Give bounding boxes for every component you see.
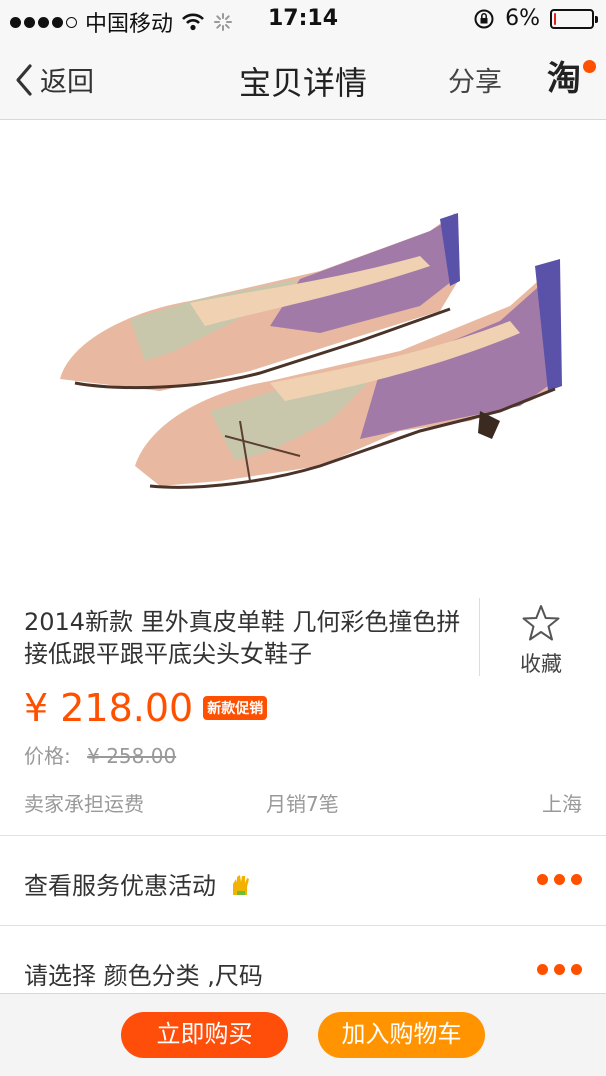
hand-icon <box>232 875 249 895</box>
product-title: 2014新款 里外真皮单鞋 几何彩色撞色拼接低跟平跟平底尖头女鞋子 <box>24 608 461 668</box>
more-dots-icon <box>537 874 582 885</box>
current-price: ¥ 218.00 <box>24 686 194 730</box>
service-promotions-label: 查看服务优惠活动 <box>24 866 254 901</box>
battery-percent: 6% <box>505 6 540 31</box>
original-price-row: 价格: ¥ 258.00 <box>24 740 176 769</box>
add-to-cart-button[interactable]: 加入购物车 <box>318 1012 485 1058</box>
location: 上海 <box>542 792 582 816</box>
page-title: 宝贝详情 <box>238 64 367 102</box>
more-dots-icon <box>537 964 582 975</box>
service-promotions-text: 查看服务优惠活动 <box>24 872 216 900</box>
battery-level <box>554 12 556 25</box>
shoes-illustration <box>60 213 562 489</box>
navigation-bar: 返回 宝贝详情 分享 淘 <box>0 40 606 120</box>
battery-icon <box>550 8 598 29</box>
original-price-label: 价格: <box>24 744 71 768</box>
product-title-block: 2014新款 里外真皮单鞋 几何彩色撞色拼接低跟平跟平底尖头女鞋子 收藏 <box>0 592 606 682</box>
taobao-logo-icon: 淘 <box>547 59 581 99</box>
favorite-button[interactable]: 收藏 <box>496 604 586 678</box>
taobao-home-button[interactable]: 淘 <box>544 58 596 100</box>
notification-dot <box>583 60 596 73</box>
share-button[interactable]: 分享 <box>448 60 502 99</box>
bottom-action-bar: 立即购买 加入购物车 <box>0 993 606 1076</box>
status-bar: 中国移动 17:14 6% <box>0 0 606 40</box>
status-right: 6% <box>473 6 598 31</box>
price-row: ¥ 218.00 新款促销 <box>24 686 268 730</box>
shipping-info: 卖家承担运费 <box>24 792 144 816</box>
favorite-label: 收藏 <box>520 652 562 676</box>
rotation-lock-icon <box>474 9 494 28</box>
star-outline-icon <box>522 605 560 641</box>
product-image[interactable] <box>0 121 606 591</box>
service-promotions-row[interactable]: 查看服务优惠活动 <box>0 835 606 925</box>
original-price: ¥ 258.00 <box>87 744 177 768</box>
monthly-sales: 月销7笔 <box>266 792 339 816</box>
buy-now-button[interactable]: 立即购买 <box>121 1012 288 1058</box>
divider <box>479 598 480 676</box>
promo-badge: 新款促销 <box>203 696 268 720</box>
select-options-label: 请选择 颜色分类 ,尺码 <box>24 962 263 990</box>
